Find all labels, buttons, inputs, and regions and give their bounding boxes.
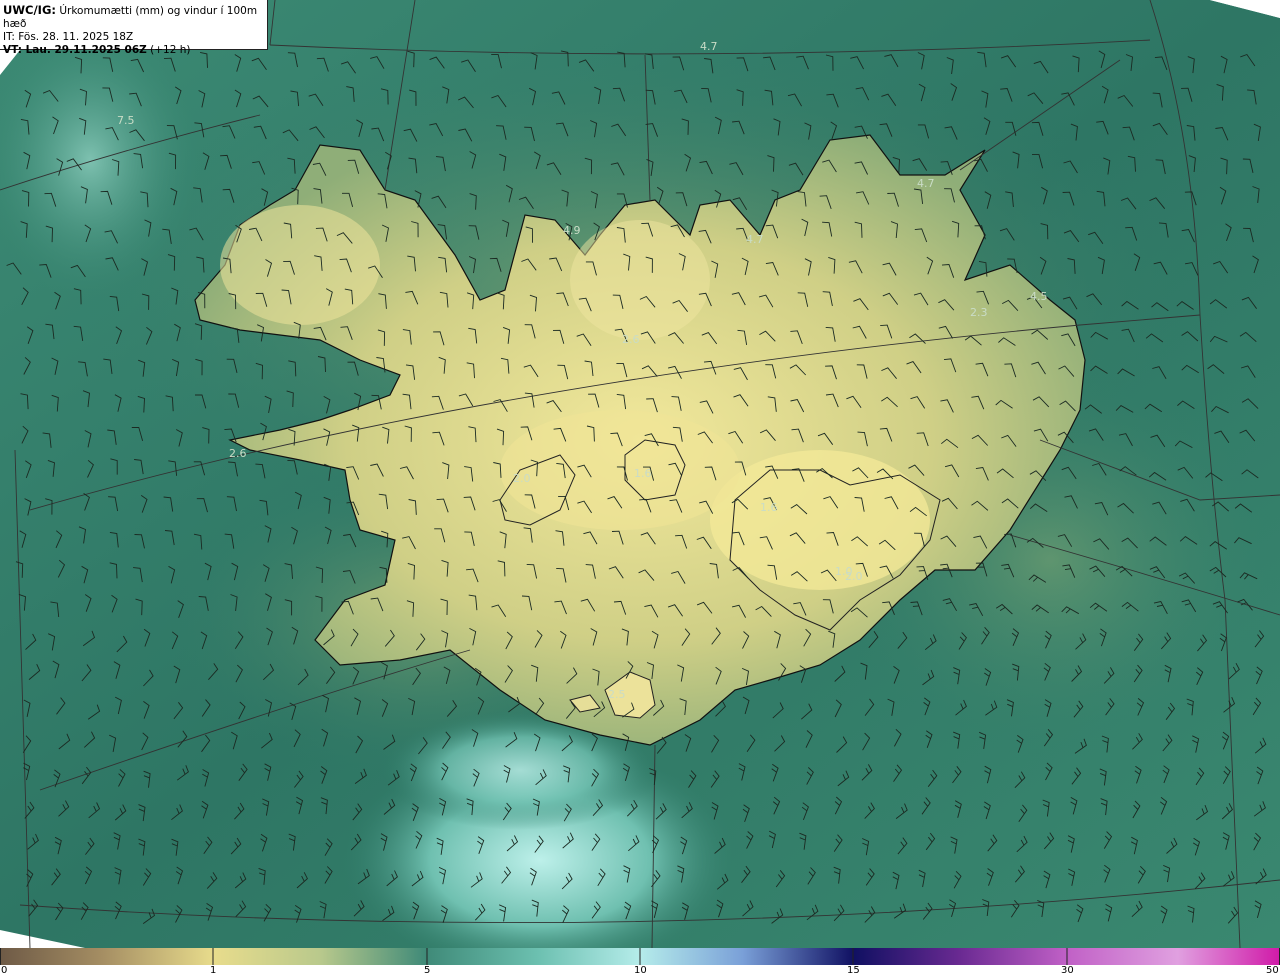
value-label: 4.7 (917, 177, 935, 190)
valid-time-line: VT: Lau. 29.11.2025 06Z (+12 h) (3, 44, 264, 57)
weather-map[interactable]: 4.7 7.5 4.9 4.7 4.7 4.5 2.3 2.6 2.6 1.6 … (0, 0, 1280, 978)
value-label: 2.3 (970, 306, 988, 319)
value-label: 1.6 (760, 501, 778, 514)
colorbar-tick: 0 (1, 965, 8, 976)
colorbar-tick: 15 (847, 965, 860, 976)
colorbar-tick: 1 (210, 965, 217, 976)
product-code: UWC/IG: (3, 3, 56, 17)
colorbar-tick: 5 (424, 965, 431, 976)
colorbar-legend: 0 1 5 10 15 30 50 (0, 948, 1280, 978)
map-canvas: 4.7 7.5 4.9 4.7 4.7 4.5 2.3 2.6 2.6 1.6 … (0, 0, 1280, 978)
value-label: 7.5 (117, 114, 135, 127)
colorbar-tick: 10 (634, 965, 647, 976)
colorbar-tick: 30 (1061, 965, 1074, 976)
value-label: 4.7 (700, 40, 718, 53)
value-label: 2.6 (622, 333, 640, 346)
colorbar-strip (0, 948, 1280, 965)
value-label: 1.6 (634, 467, 652, 480)
vatnajokull-area (710, 450, 930, 590)
product-title-line: UWC/IG: Úrkomumætti (mm) og vindur í 100… (3, 4, 264, 31)
value-label: 2.0 (845, 570, 863, 583)
value-label: 4.5 (1030, 290, 1048, 303)
value-label: 4.9 (563, 224, 581, 237)
valid-time: VT: Lau. 29.11.2025 06Z (3, 44, 147, 56)
map-info-box: UWC/IG: Úrkomumætti (mm) og vindur í 100… (0, 0, 268, 56)
value-label: 4.7 (746, 233, 764, 246)
forecast-offset: (+12 h) (150, 44, 191, 56)
initial-time: IT: Fös. 28. 11. 2025 18Z (3, 31, 134, 43)
value-label: 2.0 (513, 472, 531, 485)
value-label: 2.5 (608, 688, 626, 701)
colorbar-tick: 50 (1266, 965, 1279, 976)
value-label: 2.6 (229, 447, 247, 460)
